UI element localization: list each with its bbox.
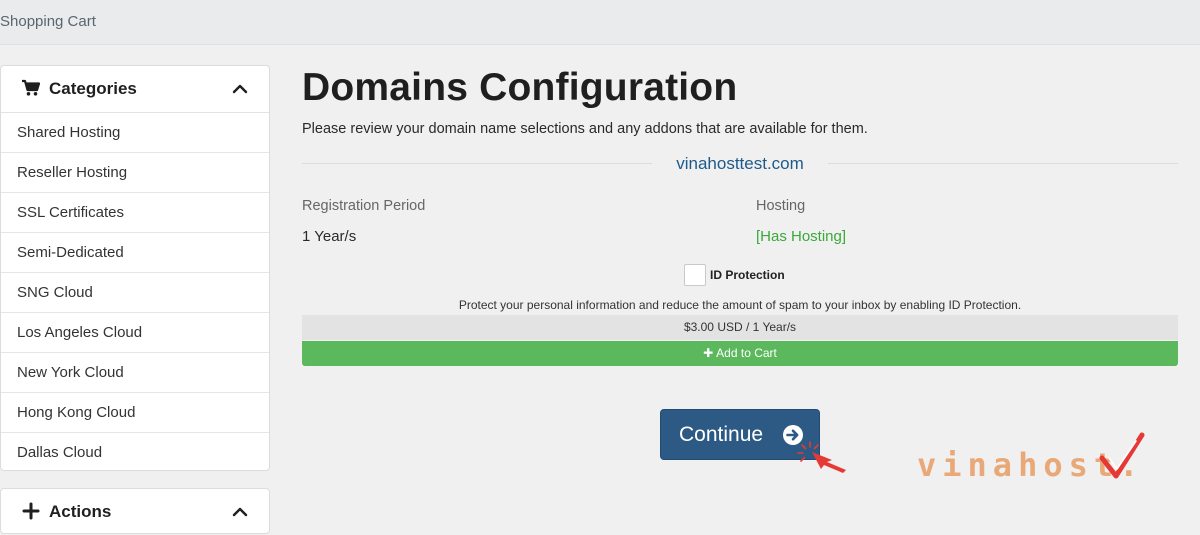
sidebar-item-sng-cloud[interactable]: SNG Cloud <box>1 273 269 313</box>
breadcrumb: Shopping Cart <box>0 13 96 30</box>
chevron-up-icon[interactable] <box>231 503 249 521</box>
continue-label: Continue <box>679 423 764 446</box>
chevron-up-icon[interactable] <box>231 80 249 98</box>
plus-icon: ✚ <box>703 346 714 360</box>
id-protection-checkbox[interactable] <box>684 264 706 286</box>
page-title: Domains Configuration <box>302 66 738 109</box>
vinahost-logo: vinahost. <box>917 432 1147 484</box>
price-text: $3.00 USD / 1 Year/s <box>683 320 797 334</box>
intro-text: Please review your domain name selection… <box>302 121 868 137</box>
sidebar-item-semi-dedicated[interactable]: Semi-Dedicated <box>1 233 269 273</box>
registration-period-label: Registration Period <box>302 198 426 214</box>
categories-header[interactable]: Categories <box>1 66 269 113</box>
sidebar-item-reseller-hosting[interactable]: Reseller Hosting <box>1 153 269 193</box>
hosting-value: [Has Hosting] <box>756 228 847 245</box>
add-to-cart-label: Add to Cart <box>716 346 777 360</box>
plus-icon <box>22 502 40 520</box>
id-protection-label: ID Protection <box>710 268 785 282</box>
domain-divider: vinahosttest.com <box>302 152 1178 176</box>
categories-panel: Categories Shared Hosting Reseller Hosti… <box>0 65 270 471</box>
category-list: Shared Hosting Reseller Hosting SSL Cert… <box>1 113 269 472</box>
price-bar: $3.00 USD / 1 Year/s <box>302 315 1178 340</box>
domain-name: vinahosttest.com <box>676 154 804 173</box>
hosting-label: Hosting <box>756 198 806 214</box>
actions-panel: Actions <box>0 488 270 534</box>
sidebar-item-dallas-cloud[interactable]: Dallas Cloud <box>1 433 269 472</box>
sidebar-item-shared-hosting[interactable]: Shared Hosting <box>1 113 269 153</box>
hand-pointer-icon <box>797 441 846 473</box>
sidebar-item-hong-kong-cloud[interactable]: Hong Kong Cloud <box>1 393 269 433</box>
sidebar-item-los-angeles-cloud[interactable]: Los Angeles Cloud <box>1 313 269 353</box>
shopping-cart-icon <box>22 79 41 96</box>
add-to-cart-button[interactable]: ✚ Add to Cart <box>302 341 1178 366</box>
sidebar-item-new-york-cloud[interactable]: New York Cloud <box>1 353 269 393</box>
check-mark-icon <box>1099 432 1145 479</box>
actions-title: Actions <box>49 502 112 521</box>
sidebar-item-ssl-certificates[interactable]: SSL Certificates <box>1 193 269 233</box>
id-protection-description: Protect your personal information and re… <box>458 298 1022 312</box>
categories-title: Categories <box>49 79 137 98</box>
registration-period-value: 1 Year/s <box>302 228 357 245</box>
actions-header[interactable]: Actions <box>1 489 269 535</box>
